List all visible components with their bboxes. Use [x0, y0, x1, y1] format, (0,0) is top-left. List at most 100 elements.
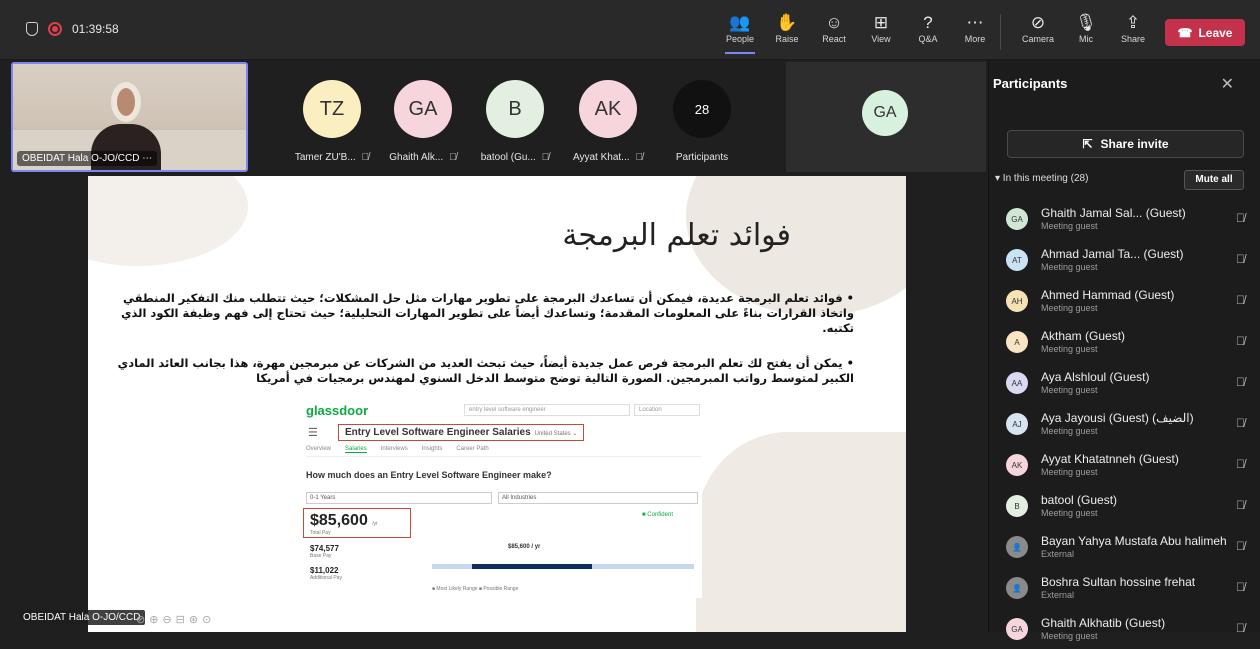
participant-tile[interactable]: GA Ghaith Alk... 🎙̸ [378, 80, 468, 163]
mic-off-icon: 🎙̸ [1236, 539, 1245, 553]
glassdoor-header: Entry Level Software Engineer Salaries Un… [338, 424, 585, 441]
glassdoor-logo: glassdoor [306, 403, 369, 418]
participant-row[interactable]: AJ Aya Jayousi (Guest) (الضيف) Meeting g… [1000, 403, 1255, 444]
median-pay-label: $85,600 / yr [508, 544, 541, 550]
avatar: TZ [303, 80, 361, 138]
shield-icon [26, 22, 38, 36]
glassdoor-location: Location [634, 404, 700, 416]
glassdoor-screenshot: glassdoor entry level software engineer … [302, 398, 702, 598]
avatar: AT [1006, 249, 1028, 271]
share-invite-button[interactable]: ⇱ Share invite [1007, 130, 1244, 158]
mic-off-icon: 🎙̸ [361, 152, 370, 163]
avatar: GA [394, 80, 452, 138]
avatar: A [1006, 331, 1028, 353]
additional-pay: $11,022 Additional Pay [310, 566, 342, 581]
participant-row[interactable]: 👤 Bayan Yahya Mustafa Abu halimeh Extern… [1000, 526, 1255, 567]
participant-tile[interactable]: TZ Tamer ZU'B... 🎙̸ [287, 80, 377, 163]
participant-row[interactable]: GA Ghaith Alkhatib (Guest) Meeting guest… [1000, 608, 1255, 649]
confident-badge: ■ Confident [642, 512, 673, 518]
avatar: AA [1006, 372, 1028, 394]
total-pay-box: $85,600 /yr Total Pay [303, 508, 411, 538]
mic-off-icon: 🎙̸ [1236, 334, 1245, 348]
self-video[interactable]: OBEIDAT Hala O-JO/CCD ⋯ [11, 62, 248, 172]
avatar: B [486, 80, 544, 138]
presentation-tools[interactable]: ⊘⊕⊖⊟⊛⊙ [136, 613, 215, 626]
participant-tile[interactable]: B batool (Gu... 🎙̸ [470, 80, 560, 163]
mic-off-icon: 🎙̸ [1236, 498, 1245, 512]
mic-off-icon: 🎙̸ [1236, 416, 1245, 430]
mic-off-icon: 🎙̸ [1236, 211, 1245, 225]
share-icon: ⇪ [1125, 13, 1141, 32]
mute-all-button[interactable]: Mute all [1184, 170, 1244, 190]
glassdoor-tabs: Overview Salaries Interviews Insights Ca… [306, 446, 701, 457]
avatar: AJ [1006, 413, 1028, 435]
people-icon: 👥 [729, 13, 751, 32]
more-options-icon[interactable]: ⋯ [142, 153, 152, 164]
pay-range-legend: ■ Most Likely Range ■ Possible Range [432, 586, 519, 592]
avatar: B [1006, 495, 1028, 517]
qa-button[interactable]: ? Q&A [906, 12, 950, 54]
recording-indicator: 01:39:58 [26, 22, 119, 36]
mic-off-icon: 🎙 [1075, 13, 1097, 32]
participant-list: GA Ghaith Jamal Sal... (Guest) Meeting g… [1000, 198, 1255, 649]
person-icon: 👤 [1006, 536, 1028, 558]
share-icon: ⇱ [1082, 137, 1093, 151]
participant-row[interactable]: AK Ayyat Khatatnneh (Guest) Meeting gues… [1000, 444, 1255, 485]
mic-button[interactable]: 🎙 Mic [1064, 12, 1108, 54]
avatar: GA [1006, 208, 1028, 230]
mic-off-icon: 🎙̸ [1236, 457, 1245, 471]
slide-bullet: • فوائد تعلم البرمجة عديدة، فيمكن أن تسا… [120, 291, 854, 335]
participant-row[interactable]: A Aktham (Guest) Meeting guest 🎙̸ [1000, 321, 1255, 362]
glassdoor-question: How much does an Entry Level Software En… [306, 470, 552, 480]
raise-hand-button[interactable]: ✋ Raise [765, 12, 809, 54]
glassdoor-search: entry level software engineer [464, 404, 630, 416]
view-icon: ⊞ [873, 13, 889, 32]
person-icon: 👤 [1006, 577, 1028, 599]
presenter-name-label: OBEIDAT Hala O-JO/CCD [18, 610, 146, 625]
participant-tile[interactable]: AK Ayyat Khat... 🎙̸ [563, 80, 653, 163]
avatar: GA [1006, 618, 1028, 640]
more-icon: ⋯ [966, 13, 984, 32]
avatar: AK [1006, 454, 1028, 476]
record-icon [48, 22, 62, 36]
mic-off-icon: 🎙̸ [1236, 252, 1245, 266]
overflow-participants-tile[interactable]: 28 Participants [657, 80, 747, 163]
mic-off-icon: 🎙̸ [1236, 621, 1245, 635]
avatar: AH [1006, 290, 1028, 312]
avatar: AK [579, 80, 637, 138]
industry-select: All Industries [498, 492, 698, 504]
raise-hand-icon: ✋ [776, 13, 798, 32]
qa-icon: ? [923, 13, 933, 32]
participant-row[interactable]: B batool (Guest) Meeting guest 🎙̸ [1000, 485, 1255, 526]
participant-row[interactable]: 👤 Boshra Sultan hossine frehat External … [1000, 567, 1255, 608]
slide-title: فوائد تعلم البرمجة [562, 218, 791, 253]
close-icon[interactable]: ✕ [1221, 74, 1234, 94]
participant-count: 28 [673, 80, 731, 138]
camera-button[interactable]: ⊘ Camera [1016, 12, 1060, 54]
participant-row[interactable]: AA Aya Alshloul (Guest) Meeting guest 🎙̸ [1000, 362, 1255, 403]
meeting-toolbar: 01:39:58 👥 People ✋ Raise ☺ React ⊞ View… [0, 0, 1260, 60]
leave-button[interactable]: ☎ Leave [1165, 19, 1245, 46]
mic-off-icon: 🎙̸ [449, 152, 457, 163]
recording-time: 01:39:58 [72, 22, 119, 36]
share-button[interactable]: ⇪ Share [1111, 12, 1155, 54]
react-button[interactable]: ☺ React [812, 12, 856, 54]
mic-off-icon: 🎙̸ [541, 152, 550, 163]
self-video-name: OBEIDAT Hala O-JO/CCD ⋯ [17, 151, 158, 166]
avatar: GA [862, 90, 908, 136]
participant-row[interactable]: AH Ahmed Hammad (Guest) Meeting guest 🎙̸ [1000, 280, 1255, 321]
participant-row[interactable]: AT Ahmad Jamal Ta... (Guest) Meeting gue… [1000, 239, 1255, 280]
phone-hangup-icon: ☎ [1177, 25, 1193, 40]
react-icon: ☺ [825, 13, 843, 32]
mic-off-icon: 🎙̸ [1236, 293, 1245, 307]
participant-row[interactable]: GA Ghaith Jamal Sal... (Guest) Meeting g… [1000, 198, 1255, 239]
experience-select: 0-1 Years [306, 492, 492, 504]
people-button[interactable]: 👥 People [718, 12, 762, 54]
participant-video-tile[interactable]: GA [786, 62, 986, 172]
more-button[interactable]: ⋯ More [953, 12, 997, 54]
in-meeting-section-toggle[interactable]: ▾ In this meeting (28) [995, 173, 1088, 184]
mic-off-icon: 🎙̸ [635, 152, 644, 163]
slide-bullet: • يمكن أن يفتح لك تعلم البرمجة فرص عمل ج… [117, 356, 854, 385]
view-button[interactable]: ⊞ View [859, 12, 903, 54]
mic-off-icon: 🎙̸ [1236, 375, 1245, 389]
